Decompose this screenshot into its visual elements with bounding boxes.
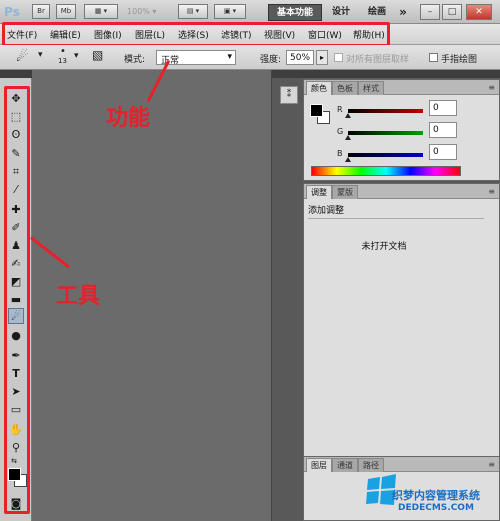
dock-header[interactable] <box>272 70 304 78</box>
chevron-down-icon: ▾ <box>193 7 200 15</box>
tab-color[interactable]: 颜色 <box>306 81 332 95</box>
adjustments-divider <box>308 218 484 219</box>
smudge-tool-icon[interactable]: ☄ <box>16 49 29 65</box>
panel-dock: ⁑ <box>271 70 304 521</box>
close-button[interactable]: ✕ <box>466 4 492 20</box>
dedecms-watermark: 织梦内容管理系统 DEDECMS.COM <box>362 465 500 521</box>
sample-all-layers-checkbox[interactable] <box>334 53 343 62</box>
mode-label: 模式: <box>124 55 146 65</box>
brush-presets-icon[interactable]: ⁑ <box>280 86 298 104</box>
chevron-down-icon: ▾ <box>149 7 157 16</box>
color-spectrum-bar[interactable] <box>311 166 461 176</box>
tools-annotation: 工具 <box>56 284 101 309</box>
finger-painting-checkbox[interactable] <box>429 53 438 62</box>
b-input[interactable]: 0 <box>429 144 457 160</box>
tab-masks[interactable]: 蒙版 <box>332 185 358 199</box>
maximize-button[interactable]: □ <box>442 4 462 20</box>
maximize-icon: □ <box>447 7 457 17</box>
r-slider-thumb[interactable] <box>345 113 351 118</box>
right-panels: 颜色 色板 样式 ≡ R 0 G 0 B 0 调整 蒙版 ≡ 添加调整 未打开文… <box>303 70 500 521</box>
options-bar: ☄ ▾ • 13 ▾ ▧ 模式: 正常 ▾ 强度: 50% ▸ 对所有图层取样 … <box>0 45 500 70</box>
sample-all-layers-label: 对所有图层取样 <box>346 55 410 65</box>
application-bar: Ps Br Mb ▦ ▾ 100% ▾ ▤ ▾ ▣ ▾ 基本功能 设计 绘画 »… <box>0 0 500 24</box>
g-label: G <box>337 127 344 136</box>
arrow-right-icon: ▸ <box>320 53 325 62</box>
color-panel: 颜色 色板 样式 ≡ R 0 G 0 B 0 <box>303 79 500 181</box>
g-slider[interactable] <box>348 131 423 135</box>
chevron-down-icon[interactable]: ▾ <box>38 50 43 60</box>
chevron-down-icon: ▾ <box>227 52 232 62</box>
panel-menu-icon[interactable]: ≡ <box>488 83 495 92</box>
r-input[interactable]: 0 <box>429 100 457 116</box>
chevron-down-icon: ▾ <box>101 7 108 15</box>
finger-painting-label: 手指绘图 <box>441 55 478 65</box>
watermark-url: DEDECMS.COM <box>398 503 474 513</box>
tools-panel-header[interactable] <box>0 70 32 78</box>
chevron-down-icon: ▾ <box>230 7 237 15</box>
tab-adjustments[interactable]: 调整 <box>306 185 332 199</box>
photoshop-logo: Ps <box>4 5 20 19</box>
workspace-painting[interactable]: 绘画 <box>362 4 392 21</box>
adjustments-panel-tabs: 调整 蒙版 ≡ <box>304 184 499 199</box>
bridge-button[interactable]: Br <box>32 4 50 19</box>
r-label: R <box>337 105 343 114</box>
brush-dot-icon: • <box>60 46 66 57</box>
tab-swatches[interactable]: 色板 <box>332 81 358 95</box>
adjustments-title: 添加调整 <box>308 206 345 216</box>
r-slider[interactable] <box>348 109 423 113</box>
no-document-message: 未打开文档 <box>361 242 407 252</box>
mini-bridge-button[interactable]: Mb <box>56 4 76 19</box>
b-slider-thumb[interactable] <box>345 157 351 162</box>
brush-size[interactable]: 13 <box>58 57 67 65</box>
workspace-essentials[interactable]: 基本功能 <box>268 4 322 21</box>
color-foreground-swatch[interactable] <box>310 104 323 117</box>
close-icon: ✕ <box>475 7 483 17</box>
brush-panel-icon[interactable]: ▧ <box>92 48 103 62</box>
tab-styles[interactable]: 样式 <box>358 81 384 95</box>
panel-menu-icon[interactable]: ≡ <box>488 187 495 196</box>
more-workspaces-button[interactable]: » <box>396 4 410 21</box>
g-input[interactable]: 0 <box>429 122 457 138</box>
zoom-level[interactable]: 100% ▾ <box>127 5 173 19</box>
tab-layers[interactable]: 图层 <box>306 458 332 472</box>
arrange-documents-button[interactable]: ▤ ▾ <box>178 4 208 19</box>
chevron-down-icon[interactable]: ▾ <box>74 51 79 61</box>
foreground-color-swatch[interactable] <box>8 468 21 481</box>
menu-highlight-box <box>2 22 390 47</box>
b-slider[interactable] <box>348 153 423 157</box>
color-panel-tabs: 颜色 色板 样式 ≡ <box>304 80 499 95</box>
workspace-design[interactable]: 设计 <box>326 4 356 21</box>
minimize-button[interactable]: – <box>420 4 440 20</box>
function-annotation: 功能 <box>106 106 151 131</box>
tab-channels[interactable]: 通道 <box>332 458 358 472</box>
panels-header[interactable] <box>303 70 500 78</box>
strength-label: 强度: <box>260 55 282 65</box>
watermark-title: 织梦内容管理系统 <box>392 489 480 502</box>
strength-slider-button[interactable]: ▸ <box>316 50 328 65</box>
g-slider-thumb[interactable] <box>345 135 351 140</box>
screen-mode-button[interactable]: ▣ ▾ <box>214 4 246 19</box>
minimize-icon: – <box>427 7 433 17</box>
tools-highlight-box <box>4 86 30 514</box>
view-extras-button[interactable]: ▦ ▾ <box>84 4 118 19</box>
strength-input[interactable]: 50% <box>286 50 314 65</box>
b-label: B <box>337 149 343 158</box>
